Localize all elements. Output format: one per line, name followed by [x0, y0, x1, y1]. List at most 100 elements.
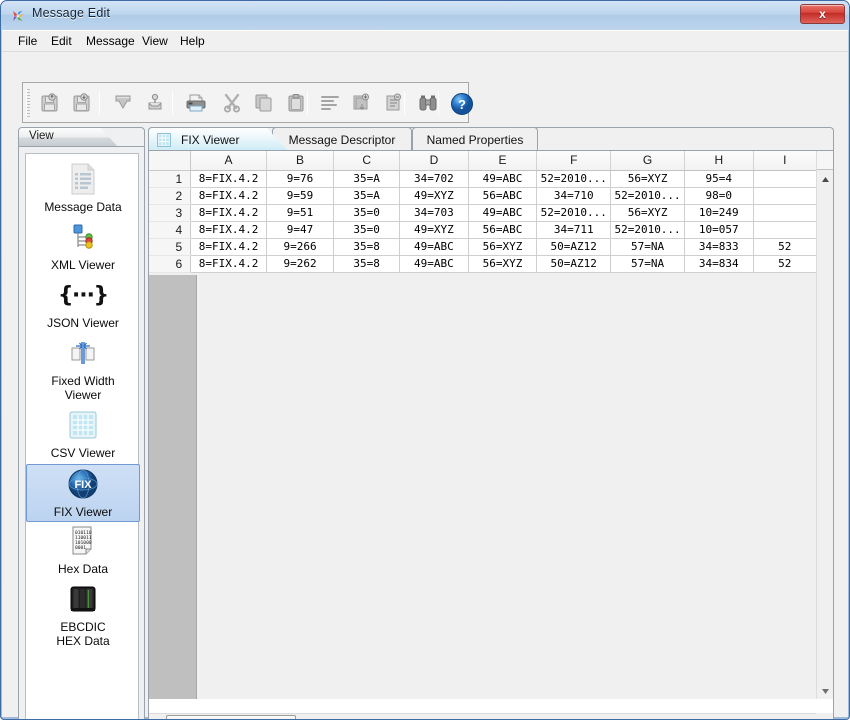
grid-cell[interactable]: 56=XYZ — [610, 170, 685, 188]
row-header[interactable]: 2 — [149, 187, 192, 205]
menu-edit[interactable]: Edit — [45, 33, 78, 50]
column-header-g[interactable]: G — [610, 151, 685, 171]
grid-cell[interactable]: 35=A — [333, 170, 401, 188]
grid-cell[interactable]: 34=702 — [399, 170, 469, 188]
column-header-h[interactable]: H — [684, 151, 754, 171]
column-header-c[interactable]: C — [333, 151, 401, 171]
view-item-fix-viewer[interactable]: FIX FIX Viewer — [26, 464, 140, 522]
row-header[interactable]: 1 — [149, 170, 192, 188]
grid-cell[interactable]: 34=711 — [536, 221, 612, 239]
grid-cell[interactable]: 9=51 — [266, 204, 335, 222]
grid-cell[interactable]: 49=XYZ — [399, 187, 469, 205]
column-header-e[interactable]: E — [468, 151, 538, 171]
horizontal-scrollbar[interactable] — [149, 713, 817, 719]
grid-cell[interactable]: 56=XYZ — [468, 255, 538, 273]
scroll-down-button[interactable] — [817, 683, 833, 699]
column-header-b[interactable]: B — [266, 151, 335, 171]
horizontal-scroll-thumb[interactable] — [166, 715, 296, 719]
grid-cell[interactable]: 56=XYZ — [468, 238, 538, 256]
column-header-d[interactable]: D — [399, 151, 469, 171]
grid-cell[interactable]: 49=ABC — [468, 204, 538, 222]
grid-cell[interactable]: 52=2010... — [536, 170, 612, 188]
grid-cell[interactable]: 35=A — [333, 187, 401, 205]
toolbar-grip[interactable] — [26, 89, 30, 117]
menu-message[interactable]: Message — [80, 33, 141, 50]
grid-cell[interactable]: 56=ABC — [468, 221, 538, 239]
grid-cell[interactable]: 49=ABC — [399, 255, 469, 273]
grid-cell[interactable] — [753, 170, 817, 188]
grid-cell[interactable]: 52=2010... — [610, 187, 685, 205]
view-item-ebcdic-hex-data[interactable]: EBCDIC HEX Data — [27, 580, 139, 652]
grid-cell[interactable]: 49=ABC — [468, 170, 538, 188]
grid-cell[interactable]: 49=XYZ — [399, 221, 469, 239]
menu-file[interactable]: File — [12, 33, 43, 50]
grid-cell[interactable]: 8=FIX.4.2 — [190, 170, 267, 188]
scroll-left-button[interactable] — [149, 714, 165, 719]
grid-cell[interactable]: 52 — [753, 238, 817, 256]
view-item-json-viewer[interactable]: {⋯} JSON Viewer — [27, 276, 139, 334]
column-header-a[interactable]: A — [190, 151, 267, 171]
grid-cell[interactable]: 98=0 — [684, 187, 754, 205]
tab-named-properties[interactable]: Named Properties — [412, 127, 538, 151]
grid-cell[interactable]: 34=710 — [536, 187, 612, 205]
grid-cell[interactable]: 34=834 — [684, 255, 754, 273]
grid-cell[interactable]: 34=833 — [684, 238, 754, 256]
grid-cell[interactable]: 57=NA — [610, 255, 685, 273]
tab-message-descriptor[interactable]: Message Descriptor — [272, 127, 412, 151]
menu-help[interactable]: Help — [174, 33, 211, 50]
grid-cell[interactable]: 34=703 — [399, 204, 469, 222]
view-item-fixed-width-viewer[interactable]: Fixed Width Viewer — [27, 334, 139, 406]
grid-cell[interactable]: 35=8 — [333, 255, 401, 273]
grid-cell[interactable] — [753, 204, 817, 222]
grid-cell[interactable]: 56=ABC — [468, 187, 538, 205]
scroll-right-button[interactable] — [801, 714, 817, 719]
scroll-up-button[interactable] — [817, 171, 833, 187]
row-header[interactable]: 3 — [149, 204, 192, 222]
grid-cell[interactable]: 95=4 — [684, 170, 754, 188]
grid-cell[interactable]: 52 — [753, 255, 817, 273]
grid-cell[interactable]: 10=249 — [684, 204, 754, 222]
grid-cell[interactable]: 49=ABC — [399, 238, 469, 256]
import-button[interactable] — [108, 89, 138, 117]
grid-cell[interactable]: 35=8 — [333, 238, 401, 256]
grid-cell[interactable]: 35=0 — [333, 204, 401, 222]
grid-cell[interactable]: 8=FIX.4.2 — [190, 221, 267, 239]
grid-cell[interactable]: 57=NA — [610, 238, 685, 256]
grid-cell[interactable]: 8=FIX.4.2 — [190, 255, 267, 273]
copy-button[interactable] — [249, 89, 279, 117]
grid-cell[interactable]: 35=0 — [333, 221, 401, 239]
grid-cell[interactable] — [753, 221, 817, 239]
grid-cell[interactable]: 9=47 — [266, 221, 335, 239]
menu-view[interactable]: View — [136, 33, 174, 50]
grid-cell[interactable]: 50=AZ12 — [536, 255, 612, 273]
grid-cell[interactable] — [753, 187, 817, 205]
view-item-hex-data[interactable]: 010110 110011 101000 0001 Hex Data — [27, 522, 139, 580]
help-button[interactable]: ? — [447, 89, 477, 117]
grid-cell[interactable]: 9=76 — [266, 170, 335, 188]
grid-cell[interactable]: 56=XYZ — [610, 204, 685, 222]
view-item-message-data[interactable]: Message Data — [27, 160, 139, 218]
grid-cell[interactable]: 9=262 — [266, 255, 335, 273]
grid-cell[interactable]: 52=2010... — [610, 221, 685, 239]
view-item-xml-viewer[interactable]: XML Viewer — [27, 218, 139, 276]
grid-cell[interactable]: 8=FIX.4.2 — [190, 238, 267, 256]
grid-cell[interactable]: 50=AZ12 — [536, 238, 612, 256]
grid-cell[interactable]: 9=59 — [266, 187, 335, 205]
vertical-scrollbar[interactable] — [816, 151, 833, 699]
print-button[interactable] — [181, 89, 211, 117]
grid-corner[interactable] — [149, 151, 192, 171]
grid-cell[interactable]: 8=FIX.4.2 — [190, 204, 267, 222]
row-header[interactable]: 6 — [149, 255, 192, 273]
view-item-csv-viewer[interactable]: CSV Viewer — [27, 406, 139, 464]
row-header[interactable]: 4 — [149, 221, 192, 239]
grid-cell[interactable]: 9=266 — [266, 238, 335, 256]
cut-button[interactable] — [217, 89, 247, 117]
grid-cell[interactable]: 8=FIX.4.2 — [190, 187, 267, 205]
export-button[interactable] — [140, 89, 170, 117]
insert-row-button[interactable] — [347, 89, 377, 117]
open-file-button[interactable] — [35, 89, 65, 117]
grid-cell[interactable]: 10=057 — [684, 221, 754, 239]
align-button[interactable] — [315, 89, 345, 117]
save-file-button[interactable] — [67, 89, 97, 117]
close-button[interactable]: x — [800, 4, 845, 24]
